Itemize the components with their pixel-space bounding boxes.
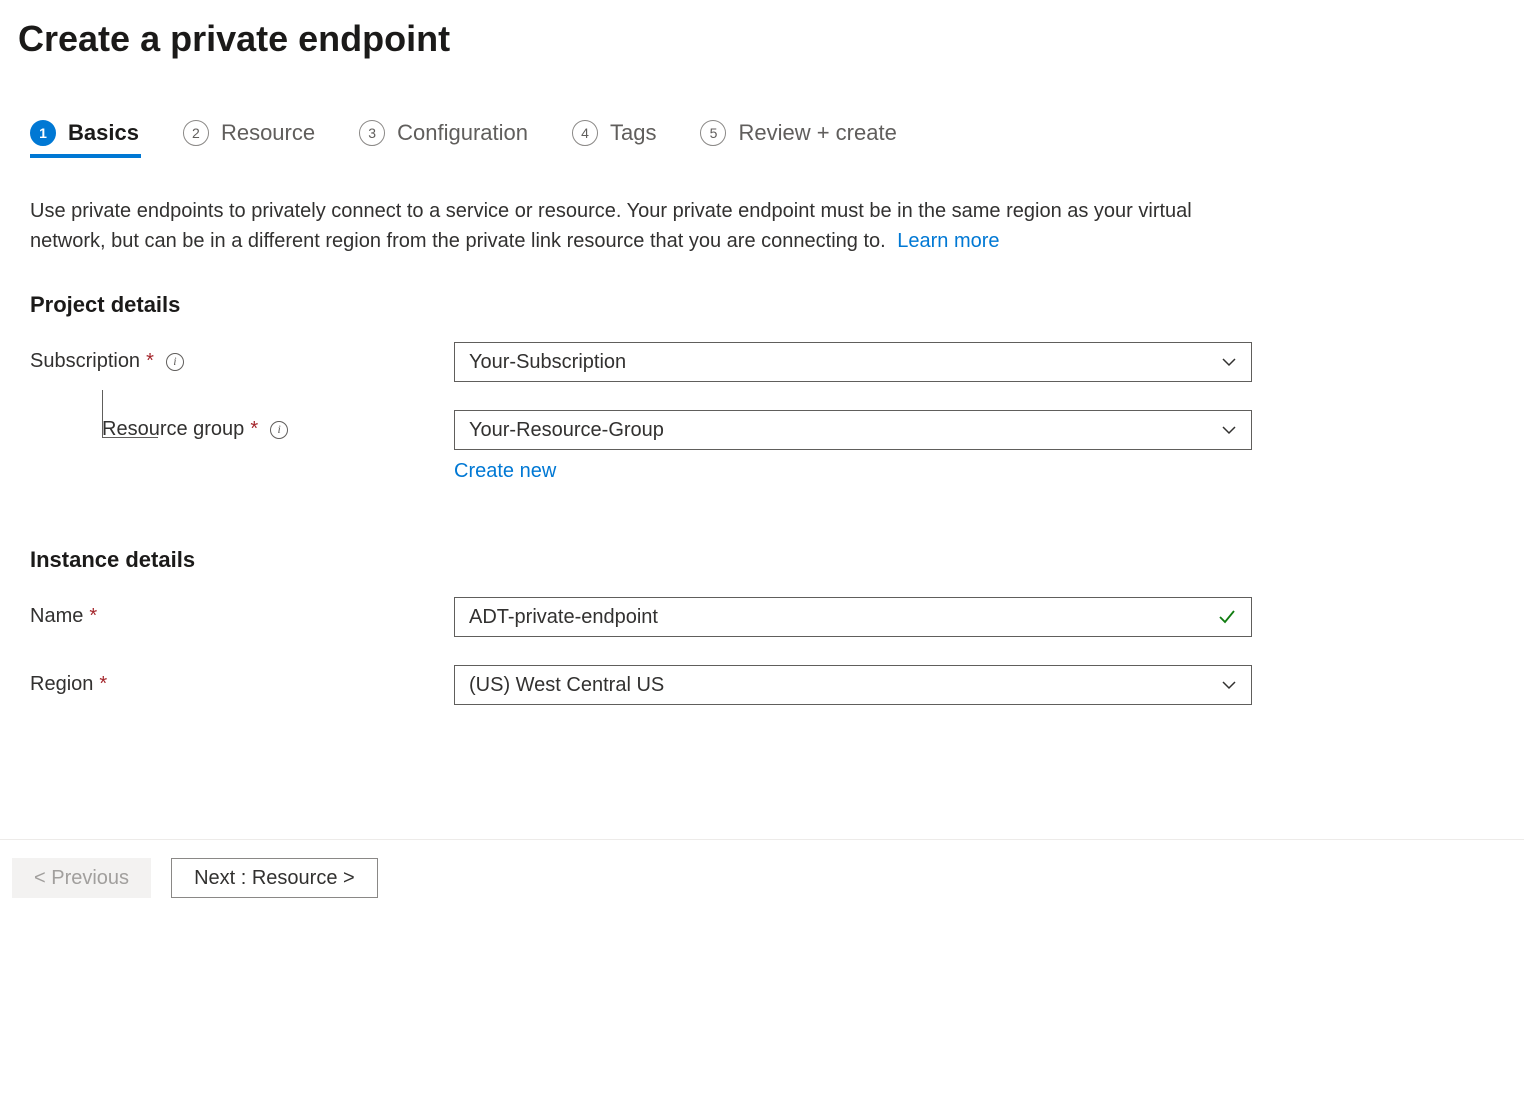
chevron-down-icon xyxy=(1221,422,1237,438)
name-label: Name xyxy=(30,605,83,628)
chevron-down-icon xyxy=(1221,677,1237,693)
field-subscription: Subscription * i Your-Subscription xyxy=(30,342,1506,382)
tab-step-number: 4 xyxy=(572,120,598,146)
wizard-tabs: 1 Basics 2 Resource 3 Configuration 4 Ta… xyxy=(30,120,1506,158)
create-new-resource-group-link[interactable]: Create new xyxy=(454,460,556,483)
region-label: Region xyxy=(30,673,93,696)
tab-label: Review + create xyxy=(738,120,896,146)
section-title-instance-details: Instance details xyxy=(30,547,1506,573)
indent-connector xyxy=(102,390,158,438)
subscription-select[interactable]: Your-Subscription xyxy=(454,342,1252,382)
required-indicator: * xyxy=(99,673,107,696)
tab-tags[interactable]: 4 Tags xyxy=(572,120,656,158)
tab-basics[interactable]: 1 Basics xyxy=(30,120,139,158)
section-title-project-details: Project details xyxy=(30,292,1506,318)
field-name: Name * ADT-private-endpoint xyxy=(30,597,1506,637)
resource-group-select[interactable]: Your-Resource-Group xyxy=(454,410,1252,450)
required-indicator: * xyxy=(89,605,97,628)
tab-label: Resource xyxy=(221,120,315,146)
footer-divider xyxy=(0,839,1524,840)
tab-label: Configuration xyxy=(397,120,528,146)
next-button[interactable]: Next : Resource > xyxy=(171,858,378,898)
page-title: Create a private endpoint xyxy=(18,18,1506,60)
check-icon xyxy=(1217,607,1237,627)
chevron-down-icon xyxy=(1221,354,1237,370)
field-resource-group: Resource group * i Your-Resource-Group C… xyxy=(30,410,1506,483)
region-select[interactable]: (US) West Central US xyxy=(454,665,1252,705)
required-indicator: * xyxy=(250,418,258,441)
name-input[interactable]: ADT-private-endpoint xyxy=(454,597,1252,637)
footer-buttons: < Previous Next : Resource > xyxy=(12,858,378,898)
tab-step-number: 5 xyxy=(700,120,726,146)
region-value: (US) West Central US xyxy=(469,674,664,697)
tab-configuration[interactable]: 3 Configuration xyxy=(359,120,528,158)
description-text: Use private endpoints to privately conne… xyxy=(30,200,1192,252)
tab-step-number: 2 xyxy=(183,120,209,146)
tab-resource[interactable]: 2 Resource xyxy=(183,120,315,158)
field-region: Region * (US) West Central US xyxy=(30,665,1506,705)
name-value: ADT-private-endpoint xyxy=(469,606,658,629)
resource-group-value: Your-Resource-Group xyxy=(469,419,664,442)
learn-more-link[interactable]: Learn more xyxy=(897,230,999,252)
info-icon[interactable]: i xyxy=(166,353,184,371)
required-indicator: * xyxy=(146,350,154,373)
previous-button: < Previous xyxy=(12,858,151,898)
tab-review-create[interactable]: 5 Review + create xyxy=(700,120,896,158)
tab-label: Tags xyxy=(610,120,656,146)
info-icon[interactable]: i xyxy=(270,421,288,439)
tab-step-number: 1 xyxy=(30,120,56,146)
tab-description: Use private endpoints to privately conne… xyxy=(30,196,1226,256)
tab-label: Basics xyxy=(68,120,139,146)
subscription-label: Subscription xyxy=(30,350,140,373)
subscription-value: Your-Subscription xyxy=(469,351,626,374)
tab-step-number: 3 xyxy=(359,120,385,146)
